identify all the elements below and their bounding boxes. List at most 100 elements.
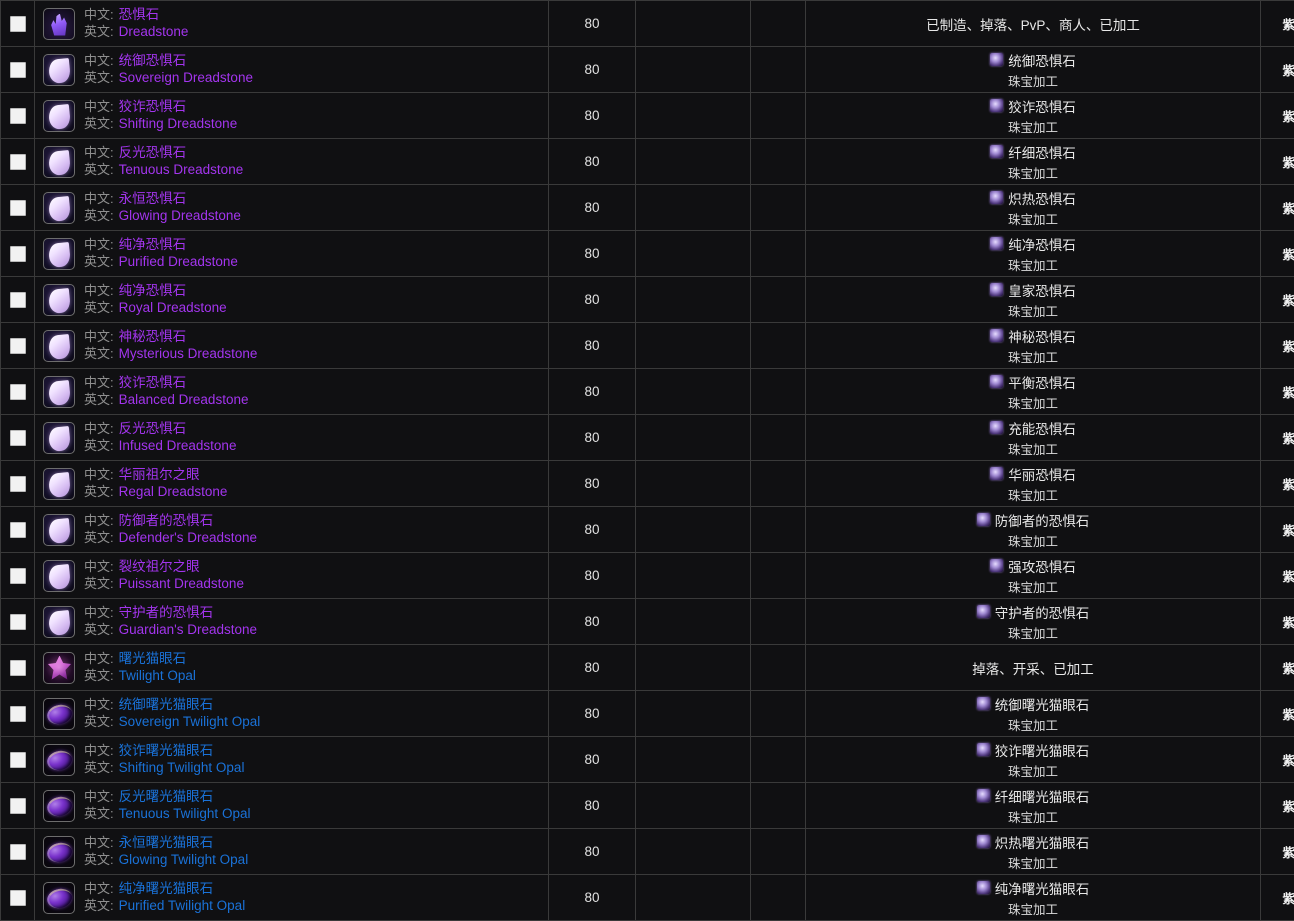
item-name-english[interactable]: Royal Dreadstone bbox=[119, 300, 227, 317]
item-name-cell[interactable]: 中文:反光恐惧石英文:Infused Dreadstone bbox=[35, 415, 549, 461]
source-item-label[interactable]: 守护者的恐惧石 bbox=[995, 602, 1090, 622]
item-name-cell[interactable]: 中文:纯净恐惧石英文:Purified Dreadstone bbox=[35, 231, 549, 277]
source-item-label[interactable]: 防御者的恐惧石 bbox=[995, 510, 1090, 530]
table-row[interactable]: 中文:反光曙光猫眼石英文:Tenuous Twilight Opal80纤细曙光… bbox=[1, 783, 1294, 829]
item-name-english[interactable]: Shifting Dreadstone bbox=[119, 116, 238, 133]
item-name-chinese[interactable]: 反光恐惧石 bbox=[119, 421, 187, 438]
row-select-cell[interactable] bbox=[1, 461, 35, 507]
teardrop-gem-icon[interactable] bbox=[43, 606, 75, 638]
row-select-cell[interactable] bbox=[1, 691, 35, 737]
table-row[interactable]: 中文:反光恐惧石英文:Infused Dreadstone80充能恐惧石珠宝加工… bbox=[1, 415, 1294, 461]
row-checkbox[interactable] bbox=[10, 108, 26, 124]
item-name-cell[interactable]: 中文:华丽祖尔之眼英文:Regal Dreadstone bbox=[35, 461, 549, 507]
oval-opal-icon[interactable] bbox=[43, 836, 75, 868]
checkbox-wrap[interactable] bbox=[1, 829, 34, 874]
teardrop-gem-icon[interactable] bbox=[43, 468, 75, 500]
item-name-chinese[interactable]: 狡诈恐惧石 bbox=[119, 375, 187, 392]
item-name-cell[interactable]: 中文:纯净恐惧石英文:Royal Dreadstone bbox=[35, 277, 549, 323]
item-name-english[interactable]: Sovereign Twilight Opal bbox=[119, 714, 261, 731]
source-item-label[interactable]: 纯净曙光猫眼石 bbox=[995, 878, 1090, 898]
oval-opal-icon[interactable] bbox=[43, 882, 75, 914]
item-name-cell[interactable]: 中文:狡诈曙光猫眼石英文:Shifting Twilight Opal bbox=[35, 737, 549, 783]
item-name-cell[interactable]: 中文:恐惧石英文:Dreadstone bbox=[35, 1, 549, 47]
item-name-chinese[interactable]: 纯净曙光猫眼石 bbox=[119, 881, 214, 898]
source-item-label[interactable]: 皇家恐惧石 bbox=[1008, 280, 1076, 300]
table-row[interactable]: 中文:曙光猫眼石英文:Twilight Opal80掉落、开采、已加工紫色宝石 bbox=[1, 645, 1294, 691]
row-select-cell[interactable] bbox=[1, 645, 35, 691]
item-name-english[interactable]: Balanced Dreadstone bbox=[119, 392, 249, 409]
item-name-chinese[interactable]: 裂纹祖尔之眼 bbox=[119, 559, 200, 576]
row-checkbox[interactable] bbox=[10, 200, 26, 216]
checkbox-wrap[interactable] bbox=[1, 507, 34, 552]
item-name-cell[interactable]: 中文:反光曙光猫眼石英文:Tenuous Twilight Opal bbox=[35, 783, 549, 829]
item-name-cell[interactable]: 中文:狡诈恐惧石英文:Shifting Dreadstone bbox=[35, 93, 549, 139]
row-checkbox[interactable] bbox=[10, 522, 26, 538]
table-row[interactable]: 中文:裂纹祖尔之眼英文:Puissant Dreadstone80强攻恐惧石珠宝… bbox=[1, 553, 1294, 599]
row-select-cell[interactable] bbox=[1, 323, 35, 369]
row-select-cell[interactable] bbox=[1, 875, 35, 921]
row-select-cell[interactable] bbox=[1, 507, 35, 553]
teardrop-gem-icon[interactable] bbox=[43, 100, 75, 132]
checkbox-wrap[interactable] bbox=[1, 369, 34, 414]
row-select-cell[interactable] bbox=[1, 93, 35, 139]
item-name-english[interactable]: Shifting Twilight Opal bbox=[119, 760, 245, 777]
row-checkbox[interactable] bbox=[10, 62, 26, 78]
table-row[interactable]: 中文:永恒曙光猫眼石英文:Glowing Twilight Opal80炽热曙光… bbox=[1, 829, 1294, 875]
teardrop-gem-icon[interactable] bbox=[43, 238, 75, 270]
oval-opal-icon[interactable] bbox=[43, 790, 75, 822]
source-item-label[interactable]: 强攻恐惧石 bbox=[1008, 556, 1076, 576]
table-row[interactable]: 中文:华丽祖尔之眼英文:Regal Dreadstone80华丽恐惧石珠宝加工紫… bbox=[1, 461, 1294, 507]
source-item-label[interactable]: 华丽恐惧石 bbox=[1008, 464, 1076, 484]
item-name-chinese[interactable]: 恐惧石 bbox=[119, 7, 160, 24]
row-select-cell[interactable] bbox=[1, 369, 35, 415]
teardrop-gem-icon[interactable] bbox=[43, 54, 75, 86]
item-name-english[interactable]: Purified Dreadstone bbox=[119, 254, 238, 271]
item-name-chinese[interactable]: 纯净恐惧石 bbox=[119, 283, 187, 300]
table-row[interactable]: 中文:纯净恐惧石英文:Purified Dreadstone80纯净恐惧石珠宝加… bbox=[1, 231, 1294, 277]
row-select-cell[interactable] bbox=[1, 231, 35, 277]
teardrop-gem-icon[interactable] bbox=[43, 376, 75, 408]
oval-opal-icon[interactable] bbox=[43, 698, 75, 730]
table-row[interactable]: 中文:神秘恐惧石英文:Mysterious Dreadstone80神秘恐惧石珠… bbox=[1, 323, 1294, 369]
table-row[interactable]: 中文:守护者的恐惧石英文:Guardian's Dreadstone80守护者的… bbox=[1, 599, 1294, 645]
item-name-chinese[interactable]: 纯净恐惧石 bbox=[119, 237, 187, 254]
item-name-cell[interactable]: 中文:永恒曙光猫眼石英文:Glowing Twilight Opal bbox=[35, 829, 549, 875]
item-name-chinese[interactable]: 狡诈恐惧石 bbox=[119, 99, 187, 116]
checkbox-wrap[interactable] bbox=[1, 277, 34, 322]
item-name-cell[interactable]: 中文:守护者的恐惧石英文:Guardian's Dreadstone bbox=[35, 599, 549, 645]
item-name-english[interactable]: Twilight Opal bbox=[119, 668, 196, 685]
row-select-cell[interactable] bbox=[1, 185, 35, 231]
row-checkbox[interactable] bbox=[10, 890, 26, 906]
row-checkbox[interactable] bbox=[10, 614, 26, 630]
row-select-cell[interactable] bbox=[1, 1, 35, 47]
source-item-label[interactable]: 充能恐惧石 bbox=[1008, 418, 1076, 438]
row-checkbox[interactable] bbox=[10, 292, 26, 308]
row-select-cell[interactable] bbox=[1, 277, 35, 323]
source-item-label[interactable]: 炽热恐惧石 bbox=[1008, 188, 1076, 208]
item-name-cell[interactable]: 中文:永恒恐惧石英文:Glowing Dreadstone bbox=[35, 185, 549, 231]
checkbox-wrap[interactable] bbox=[1, 415, 34, 460]
checkbox-wrap[interactable] bbox=[1, 645, 34, 690]
item-name-english[interactable]: Regal Dreadstone bbox=[119, 484, 228, 501]
item-name-english[interactable]: Guardian's Dreadstone bbox=[119, 622, 257, 639]
item-name-chinese[interactable]: 统御曙光猫眼石 bbox=[119, 697, 214, 714]
table-row[interactable]: 中文:恐惧石英文:Dreadstone80已制造、掉落、PvP、商人、已加工紫色… bbox=[1, 1, 1294, 47]
teardrop-gem-icon[interactable] bbox=[43, 284, 75, 316]
checkbox-wrap[interactable] bbox=[1, 461, 34, 506]
item-name-english[interactable]: Puissant Dreadstone bbox=[119, 576, 244, 593]
star-opal-icon[interactable] bbox=[43, 652, 75, 684]
row-select-cell[interactable] bbox=[1, 829, 35, 875]
item-name-chinese[interactable]: 永恒曙光猫眼石 bbox=[119, 835, 214, 852]
checkbox-wrap[interactable] bbox=[1, 139, 34, 184]
item-name-english[interactable]: Purified Twilight Opal bbox=[119, 898, 246, 915]
item-name-english[interactable]: Sovereign Dreadstone bbox=[119, 70, 253, 87]
item-name-chinese[interactable]: 守护者的恐惧石 bbox=[119, 605, 214, 622]
table-row[interactable]: 中文:纯净曙光猫眼石英文:Purified Twilight Opal80纯净曙… bbox=[1, 875, 1294, 921]
item-name-chinese[interactable]: 神秘恐惧石 bbox=[119, 329, 187, 346]
checkbox-wrap[interactable] bbox=[1, 737, 34, 782]
item-name-english[interactable]: Tenuous Dreadstone bbox=[119, 162, 244, 179]
table-row[interactable]: 中文:防御者的恐惧石英文:Defender's Dreadstone80防御者的… bbox=[1, 507, 1294, 553]
item-name-chinese[interactable]: 狡诈曙光猫眼石 bbox=[119, 743, 214, 760]
checkbox-wrap[interactable] bbox=[1, 1, 34, 46]
row-checkbox[interactable] bbox=[10, 246, 26, 262]
